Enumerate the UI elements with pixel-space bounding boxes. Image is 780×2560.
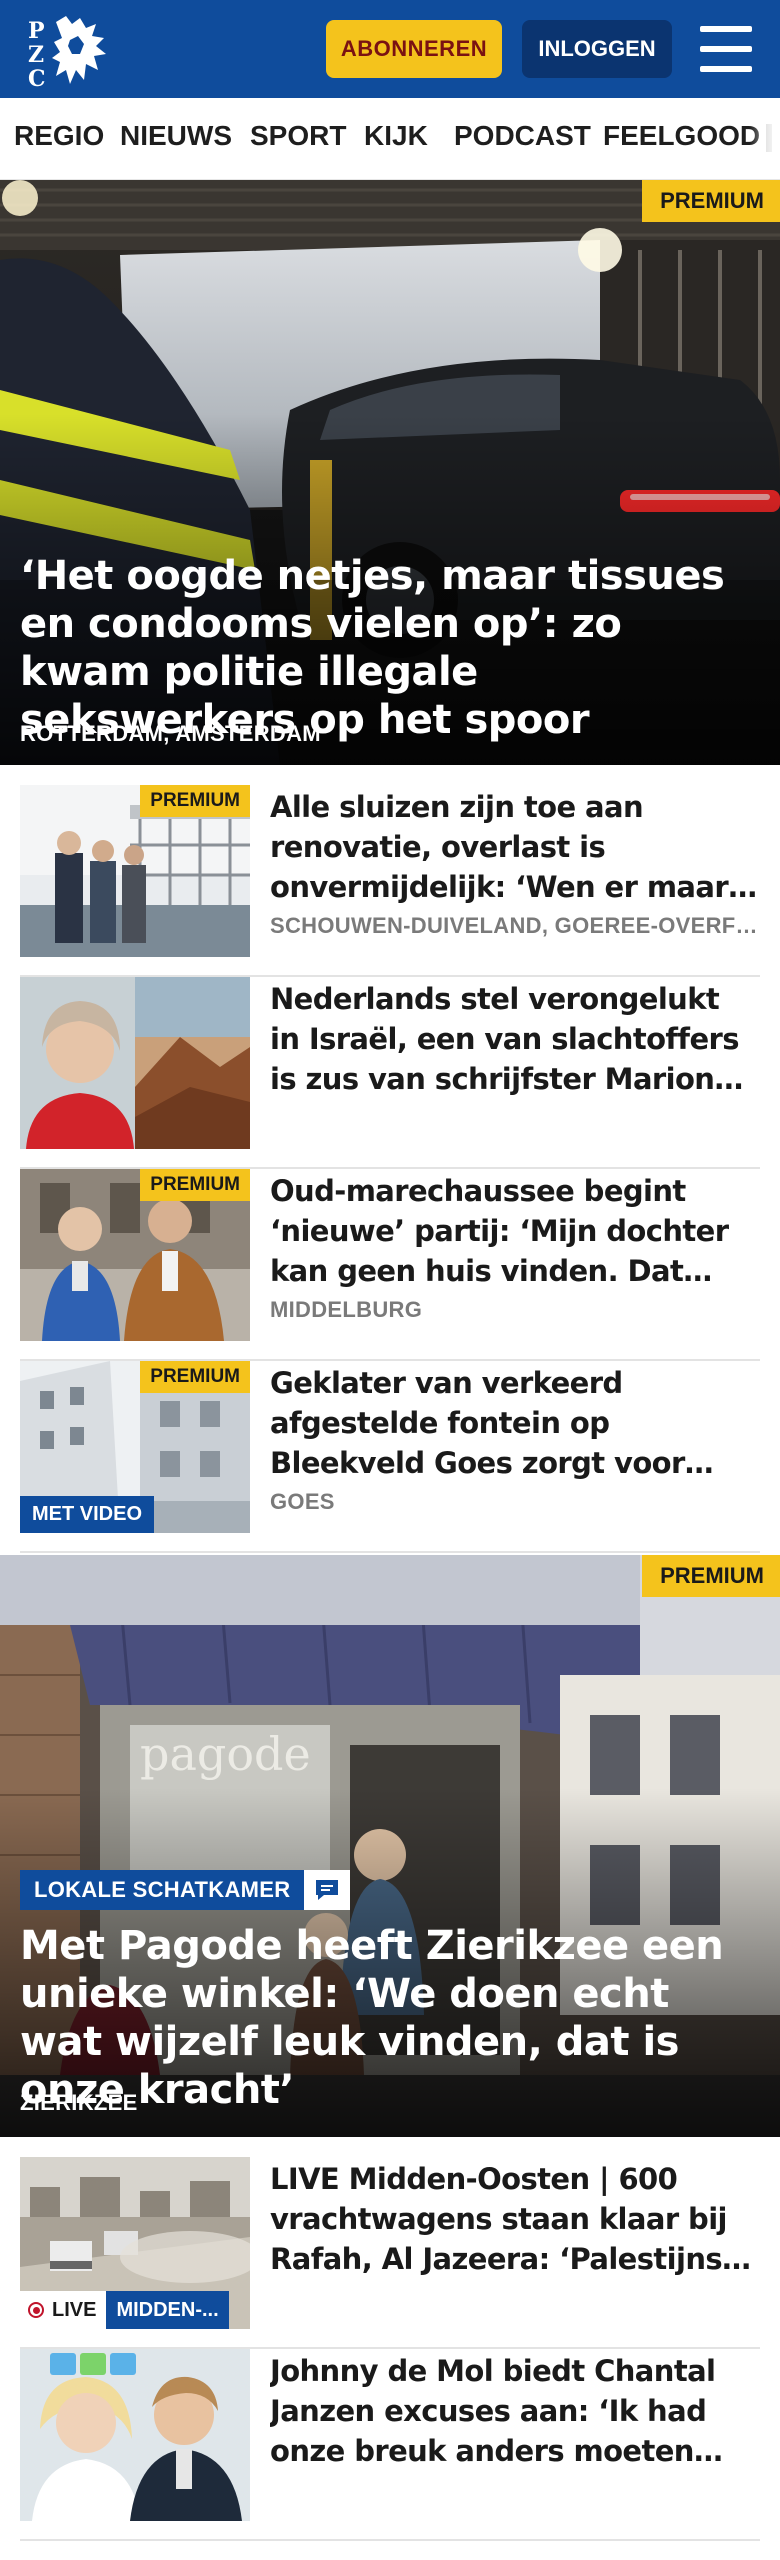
live-label: LIVE	[52, 2298, 97, 2321]
hero-location: ROTTERDAM, AMSTERDAM	[20, 721, 321, 746]
thumbnail-israel	[20, 977, 250, 1149]
kicker-badge: LOKALE SCHATKAMER	[20, 1870, 351, 1910]
nav-item-kijk[interactable]: KIJK	[364, 120, 428, 152]
premium-badge: PREMIUM	[140, 785, 250, 817]
hero-article-pagode[interactable]: pagode PREMIUM LOKALE SCHATKAMER Met Pag…	[0, 1555, 780, 2137]
svg-text:pagode: pagode	[140, 1727, 311, 1781]
menu-line	[700, 66, 752, 72]
svg-text:P: P	[28, 18, 45, 44]
comment-bubble-icon	[316, 1880, 339, 1900]
article-thumbnail: PREMIUM	[20, 1169, 250, 1341]
premium-badge: PREMIUM	[140, 1361, 250, 1393]
hamburger-menu-icon[interactable]	[700, 26, 752, 72]
article-title[interactable]: Geklater van verkeerd afgestelde fontein…	[270, 1363, 758, 1483]
article-title[interactable]: Johnny de Mol biedt Chantal Janzen excus…	[270, 2351, 758, 2471]
pzc-logo-icon: P Z C	[28, 16, 106, 92]
hero-article-police[interactable]: PREMIUM ‘Het oogde netjes, maar tissues …	[0, 180, 780, 765]
live-dot-icon	[28, 2302, 44, 2318]
nav-item-nieuws[interactable]: NIEUWS	[120, 120, 232, 152]
article-title[interactable]: Nederlands stel verongelukt in Israël, e…	[270, 979, 758, 1099]
live-category: MIDDEN-...	[106, 2291, 229, 2329]
article-title[interactable]: LIVE Midden-Oosten | 600 vrachtwagens st…	[270, 2159, 758, 2279]
hero-title[interactable]: Met Pagode heeft Zierikzee een unieke wi…	[20, 1922, 756, 2114]
article-location: SCHOUWEN-DUIVELAND, GOEREE-OVERFLAKKEE	[270, 913, 758, 938]
live-badge: LIVE MIDDEN-...	[20, 2291, 229, 2329]
article-thumbnail: PREMIUM	[20, 785, 250, 957]
svg-text:Z: Z	[28, 42, 44, 68]
list-item[interactable]: Johnny de Mol biedt Chantal Janzen excus…	[20, 2349, 760, 2541]
pzc-logo[interactable]: P Z C	[26, 14, 112, 92]
list-item[interactable]: PREMIUM Alle sluizen zijn toe aan renova…	[20, 785, 760, 977]
nav-fade	[750, 98, 780, 179]
hero-location: ZIERIKZEE	[20, 2090, 138, 2115]
menu-line	[700, 26, 752, 32]
article-thumbnail	[20, 977, 250, 1149]
section-nav: REGIO NIEUWS SPORT KIJK PODCAST FEELGOOD	[0, 98, 780, 180]
article-title[interactable]: Alle sluizen zijn toe aan renovatie, ove…	[270, 787, 758, 907]
list-item[interactable]: PREMIUM Oud-marechaussee begint ‘nieuwe’…	[20, 1169, 760, 1361]
menu-line	[700, 46, 752, 52]
nav-item-podcast[interactable]: PODCAST	[454, 120, 591, 152]
premium-badge: PREMIUM	[642, 180, 780, 222]
subscribe-button[interactable]: ABONNEREN	[326, 20, 502, 78]
kicker-label: LOKALE SCHATKAMER	[20, 1870, 305, 1910]
thumbnail-johnny-chantal	[20, 2349, 250, 2521]
list-item[interactable]: LIVE MIDDEN-... LIVE Midden-Oosten | 600…	[20, 2157, 760, 2349]
premium-badge: PREMIUM	[642, 1555, 780, 1597]
comment-icon	[304, 1870, 351, 1910]
nav-item-sport[interactable]: SPORT	[250, 120, 346, 152]
svg-text:C: C	[28, 66, 46, 88]
article-thumbnail: PREMIUM MET VIDEO	[20, 1361, 250, 1533]
premium-badge: PREMIUM	[140, 1169, 250, 1201]
article-thumbnail	[20, 2349, 250, 2521]
article-location: MIDDELBURG	[270, 1297, 423, 1322]
nav-item-feelgood[interactable]: FEELGOOD	[603, 120, 760, 152]
article-location: GOES	[270, 1489, 335, 1514]
login-button[interactable]: INLOGGEN	[522, 20, 672, 78]
article-title[interactable]: Oud-marechaussee begint ‘nieuwe’ partij:…	[270, 1171, 758, 1291]
article-thumbnail: LIVE MIDDEN-...	[20, 2157, 250, 2329]
live-indicator: LIVE	[20, 2291, 107, 2329]
list-item[interactable]: Nederlands stel verongelukt in Israël, e…	[20, 977, 760, 1169]
hero-title[interactable]: ‘Het oogde netjes, maar tissues en condo…	[20, 552, 756, 744]
video-badge: MET VIDEO	[20, 1496, 155, 1533]
nav-item-regio[interactable]: REGIO	[14, 120, 104, 152]
list-item[interactable]: PREMIUM MET VIDEO Geklater van verkeerd …	[20, 1361, 760, 1553]
site-header: P Z C ABONNEREN INLOGGEN	[0, 0, 780, 98]
